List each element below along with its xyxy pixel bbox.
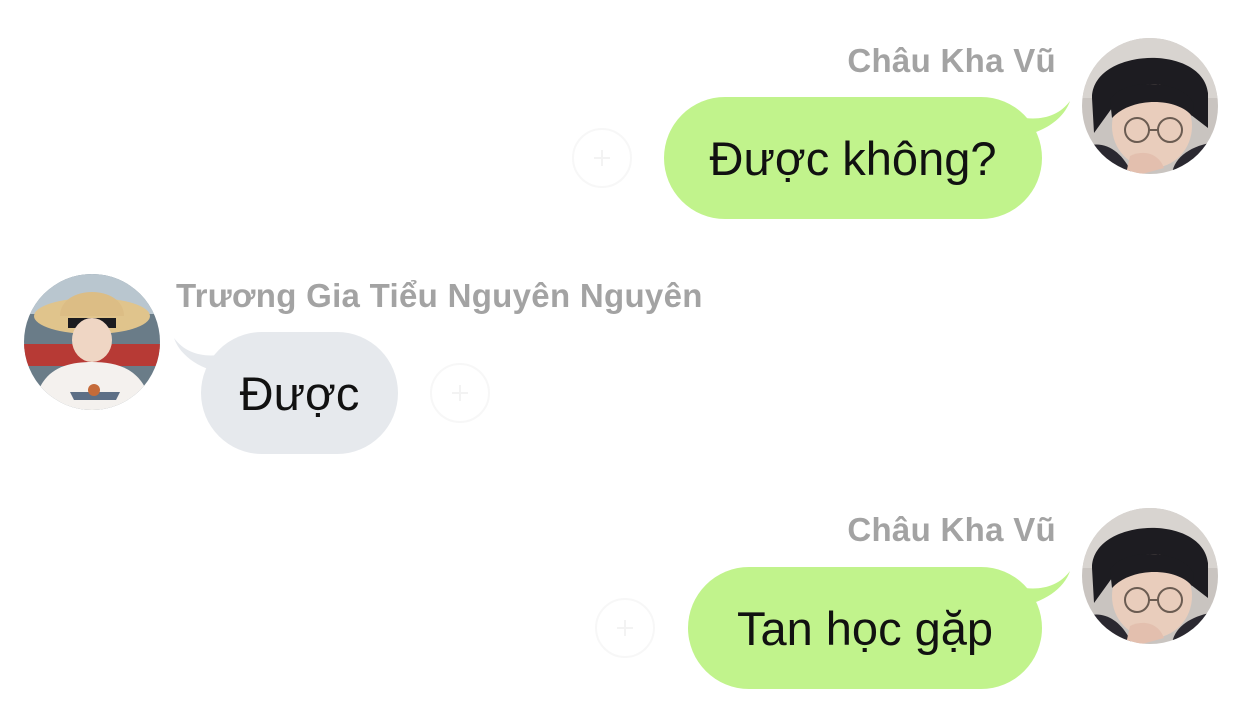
avatar[interactable]	[24, 274, 160, 410]
sender-name: Châu Kha Vũ	[847, 511, 1056, 548]
sender-name: Trương Gia Tiểu Nguyên Nguyên	[176, 277, 703, 314]
avatar[interactable]	[1082, 38, 1218, 174]
add-reaction-icon[interactable]	[572, 128, 632, 188]
sender-name: Châu Kha Vũ	[847, 42, 1056, 79]
add-reaction-icon[interactable]	[595, 598, 655, 658]
bubble-tail	[1012, 571, 1070, 607]
avatar[interactable]	[1082, 508, 1218, 644]
message-bubble[interactable]: Được	[201, 332, 398, 454]
bubble-tail	[1012, 101, 1070, 137]
add-reaction-icon[interactable]	[430, 363, 490, 423]
message-bubble[interactable]: Được không?	[664, 97, 1042, 219]
message-bubble[interactable]: Tan học gặp	[688, 567, 1042, 689]
